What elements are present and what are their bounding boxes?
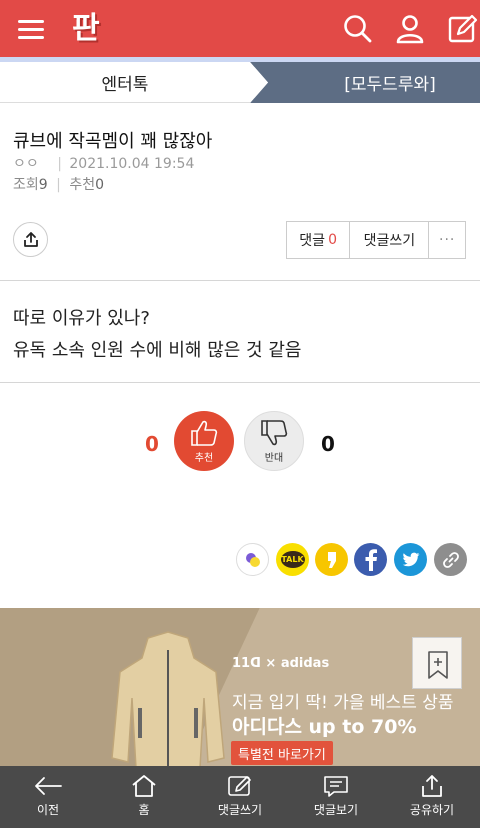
share-button[interactable] (13, 222, 48, 257)
post-body-line: 따로 이유가 있나? (13, 308, 150, 329)
views-count: 9 (38, 177, 48, 193)
oppose-button[interactable]: 반대 (244, 411, 304, 471)
comment-count: 0 (328, 232, 337, 248)
post-stats: 조회9 | 추천0 (13, 177, 104, 193)
kakaotalk-label: TALK (280, 551, 305, 568)
tab-board[interactable]: [모두드루와] (300, 62, 480, 103)
write-icon[interactable] (447, 13, 479, 45)
kakaostory-icon[interactable] (236, 543, 269, 576)
search-icon[interactable] (342, 13, 374, 45)
nav-share[interactable]: 공유하기 (384, 766, 480, 828)
comment-view-icon (324, 776, 348, 797)
ad-offer: 아디다스 up to 70% (232, 716, 417, 738)
ad-brand: 11ᗡ × adidas (232, 656, 330, 671)
down-vote-count: 0 (321, 432, 335, 456)
menu-icon[interactable] (18, 17, 46, 41)
nav-back[interactable]: 이전 (0, 766, 96, 828)
post-title: 큐브에 작곡멤이 꽤 많잖아 (13, 131, 213, 152)
kakaotalk-icon[interactable]: TALK (276, 543, 309, 576)
ad-headline: 지금 입기 딱! 가을 베스트 상품 (232, 693, 454, 713)
ad-cta-button[interactable]: 특별전 바로가기 (231, 741, 333, 765)
thumbs-down-icon (261, 419, 288, 445)
write-comment-button[interactable]: 댓글쓰기 (350, 222, 430, 258)
more-button[interactable]: ··· (429, 222, 465, 258)
twitter-icon[interactable] (394, 543, 427, 576)
share-icon (422, 775, 442, 797)
user-icon[interactable] (394, 13, 426, 45)
nav-write-comment[interactable]: 댓글쓰기 (192, 766, 288, 828)
bookmark-button[interactable] (412, 637, 462, 689)
post-body: 따로 이유가 있나? 유독 소속 인원 수에 비해 많은 것 같음 (13, 303, 301, 367)
comment-action-group: 댓글 0 댓글쓰기 ··· (286, 221, 466, 259)
comment-write-icon (228, 776, 251, 796)
recommend-button[interactable]: 추천 (174, 411, 234, 471)
bookmark-icon (428, 651, 448, 679)
facebook-icon[interactable] (354, 543, 387, 576)
pann-logo[interactable]: 판 (72, 12, 118, 46)
comment-count-button[interactable]: 댓글 0 (287, 222, 351, 258)
divider (0, 280, 480, 281)
thumbs-up-icon (191, 420, 218, 446)
category-arrow (250, 62, 268, 103)
post-author[interactable]: ㅇㅇ (13, 156, 39, 172)
back-arrow-icon (35, 777, 62, 795)
up-vote-count: 0 (145, 432, 159, 456)
divider (0, 382, 480, 383)
nav-home[interactable]: 홈 (96, 766, 192, 828)
top-bar: 판 (0, 0, 480, 57)
recommend-count: 0 (95, 177, 104, 193)
link-icon[interactable] (434, 543, 467, 576)
nav-view-comments[interactable]: 댓글보기 (288, 766, 384, 828)
kakao-channel-icon[interactable] (315, 543, 348, 576)
post-meta-line: ㅇㅇ | 2021.10.04 19:54 (13, 156, 195, 172)
tab-entertalk[interactable]: 엔터톡 (0, 62, 250, 103)
post-date: 2021.10.04 19:54 (69, 156, 195, 172)
home-icon (132, 775, 156, 797)
jacket-image (111, 631, 225, 766)
recommend-label: 추천 (69, 177, 96, 193)
post-body-line: 유독 소속 인원 수에 비해 많은 것 같음 (13, 340, 302, 361)
bottom-nav: 이전 홈 댓글쓰기 댓글보기 공유하기 (0, 766, 480, 828)
views-label: 조회 (13, 177, 39, 193)
upload-icon (23, 231, 38, 247)
